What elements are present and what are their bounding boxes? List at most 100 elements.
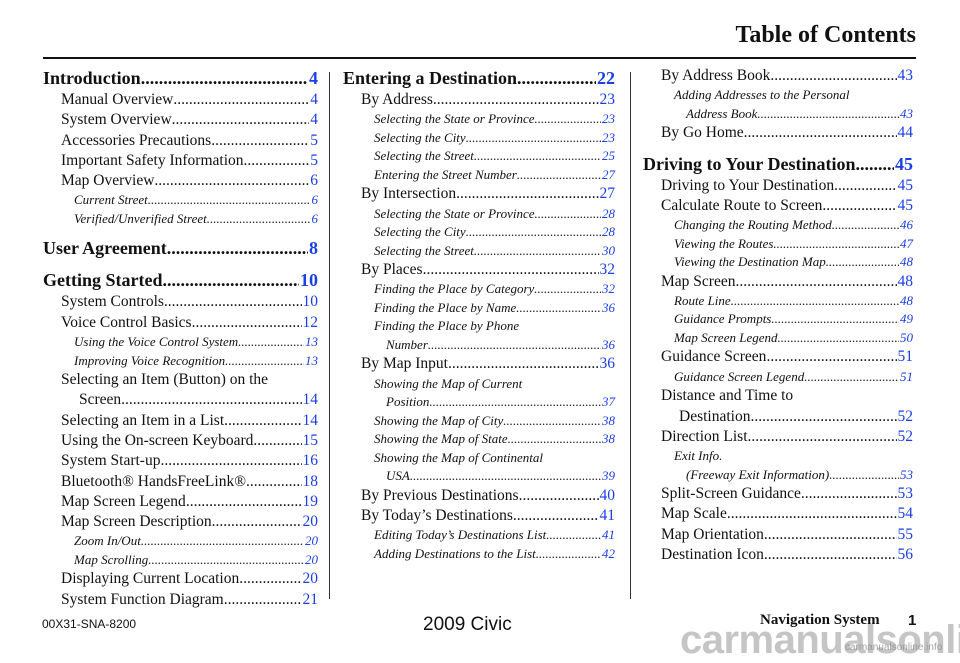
page-link[interactable]: 38 bbox=[601, 430, 615, 449]
toc-entry[interactable]: Bluetooth® HandsFreeLink® 18 bbox=[43, 472, 318, 492]
toc-entry[interactable]: System Controls 10 bbox=[43, 292, 318, 312]
toc-chapter[interactable]: Introduction 4 bbox=[43, 66, 318, 90]
toc-entry[interactable]: Accessories Precautions 5 bbox=[43, 131, 318, 151]
toc-chapter[interactable]: User Agreement 8 bbox=[43, 236, 318, 260]
page-link[interactable]: 44 bbox=[897, 123, 914, 143]
toc-entry[interactable]: Finding the Place by Category 32 bbox=[343, 280, 615, 299]
toc-entry[interactable]: By Address Book 43 bbox=[643, 66, 913, 86]
toc-entry[interactable]: Improving Voice Recognition 13 bbox=[43, 352, 318, 371]
toc-entry[interactable]: Using the Voice Control System 13 bbox=[43, 333, 318, 352]
page-link[interactable]: 53 bbox=[899, 466, 913, 485]
page-link[interactable]: 12 bbox=[302, 313, 319, 333]
toc-entry[interactable]: By Intersection 27 bbox=[343, 184, 615, 204]
page-link[interactable]: 48 bbox=[899, 292, 913, 311]
page-link[interactable]: 42 bbox=[601, 545, 615, 564]
toc-entry-label[interactable]: Finding the Place by Phone bbox=[343, 317, 615, 336]
page-link[interactable]: 53 bbox=[897, 484, 914, 504]
toc-entry-label[interactable]: Showing the Map of Continental bbox=[343, 449, 615, 468]
toc-entry[interactable]: Manual Overview 4 bbox=[43, 90, 318, 110]
page-link[interactable]: 13 bbox=[304, 352, 318, 371]
page-link[interactable]: 19 bbox=[302, 492, 319, 512]
page-link[interactable]: 48 bbox=[897, 272, 914, 292]
toc-entry[interactable]: Destination 52 bbox=[643, 407, 913, 427]
page-link[interactable]: 40 bbox=[599, 486, 616, 506]
page-link[interactable]: 55 bbox=[897, 525, 914, 545]
toc-entry[interactable]: Address Book 43 bbox=[643, 105, 913, 124]
page-link[interactable]: 46 bbox=[899, 216, 913, 235]
page-link[interactable]: 41 bbox=[601, 526, 615, 545]
page-link[interactable]: 37 bbox=[601, 393, 615, 412]
toc-entry-label[interactable]: Adding Addresses to the Personal bbox=[643, 86, 913, 105]
page-link[interactable]: 27 bbox=[601, 166, 615, 185]
toc-entry[interactable]: Guidance Screen Legend 51 bbox=[643, 368, 913, 387]
toc-entry-label[interactable]: Distance and Time to bbox=[643, 386, 913, 406]
page-link[interactable]: 32 bbox=[599, 260, 616, 280]
page-link[interactable]: 45 bbox=[894, 152, 913, 176]
toc-entry[interactable]: Current Street 6 bbox=[43, 191, 318, 210]
page-link[interactable]: 25 bbox=[601, 147, 615, 166]
page-link[interactable]: 10 bbox=[299, 268, 318, 292]
toc-entry[interactable]: Finding the Place by Name 36 bbox=[343, 299, 615, 318]
toc-entry[interactable]: Selecting an Item in a List 14 bbox=[43, 411, 318, 431]
toc-entry[interactable]: Guidance Prompts 49 bbox=[643, 310, 913, 329]
page-link[interactable]: 28 bbox=[601, 205, 615, 224]
page-link[interactable]: 20 bbox=[304, 551, 318, 570]
toc-entry[interactable]: Route Line 48 bbox=[643, 292, 913, 311]
page-link[interactable]: 20 bbox=[304, 532, 318, 551]
toc-chapter[interactable]: Driving to Your Destination 45 bbox=[643, 152, 913, 176]
page-link[interactable]: 23 bbox=[599, 90, 616, 110]
toc-entry[interactable]: Number 36 bbox=[343, 336, 615, 355]
page-link[interactable]: 6 bbox=[311, 210, 319, 229]
toc-entry[interactable]: By Go Home 44 bbox=[643, 123, 913, 143]
page-link[interactable]: 51 bbox=[899, 368, 913, 387]
toc-entry[interactable]: By Places 32 bbox=[343, 260, 615, 280]
toc-entry[interactable]: System Start-up 16 bbox=[43, 451, 318, 471]
page-link[interactable]: 32 bbox=[601, 280, 615, 299]
page-link[interactable]: 5 bbox=[309, 131, 318, 151]
toc-entry[interactable]: Driving to Your Destination 45 bbox=[643, 176, 913, 196]
toc-entry[interactable]: Verified/Unverified Street 6 bbox=[43, 210, 318, 229]
toc-entry[interactable]: System Overview 4 bbox=[43, 110, 318, 130]
page-link[interactable]: 6 bbox=[309, 171, 318, 191]
toc-entry[interactable]: System Function Diagram 21 bbox=[43, 590, 318, 610]
page-link[interactable]: 56 bbox=[897, 545, 914, 565]
page-link[interactable]: 14 bbox=[302, 390, 319, 410]
page-link[interactable]: 36 bbox=[601, 299, 615, 318]
toc-chapter[interactable]: Getting Started 10 bbox=[43, 268, 318, 292]
toc-entry[interactable]: Selecting the City 28 bbox=[343, 223, 615, 242]
toc-entry[interactable]: Viewing the Routes 47 bbox=[643, 235, 913, 254]
page-link[interactable]: 28 bbox=[601, 223, 615, 242]
page-link[interactable]: 6 bbox=[311, 191, 319, 210]
page-link[interactable]: 36 bbox=[599, 354, 616, 374]
page-link[interactable]: 45 bbox=[897, 196, 914, 216]
page-link[interactable]: 51 bbox=[897, 347, 914, 367]
page-link[interactable]: 14 bbox=[302, 411, 319, 431]
toc-entry[interactable]: Zoom In/Out 20 bbox=[43, 532, 318, 551]
toc-entry[interactable]: Map Scrolling 20 bbox=[43, 551, 318, 570]
toc-entry[interactable]: Voice Control Basics 12 bbox=[43, 313, 318, 333]
toc-entry-label[interactable]: Exit Info. bbox=[643, 447, 913, 466]
toc-entry[interactable]: Selecting the City 23 bbox=[343, 129, 615, 148]
toc-entry[interactable]: USA 39 bbox=[343, 467, 615, 486]
toc-entry[interactable]: (Freeway Exit Information) 53 bbox=[643, 466, 913, 485]
page-link[interactable]: 22 bbox=[596, 66, 615, 90]
page-link[interactable]: 23 bbox=[601, 110, 615, 129]
page-link[interactable]: 50 bbox=[899, 329, 913, 348]
page-link[interactable]: 4 bbox=[308, 66, 318, 90]
toc-entry[interactable]: Map Overview 6 bbox=[43, 171, 318, 191]
toc-entry-label[interactable]: Showing the Map of Current bbox=[343, 375, 615, 394]
page-link[interactable]: 45 bbox=[897, 176, 914, 196]
toc-entry[interactable]: Split-Screen Guidance 53 bbox=[643, 484, 913, 504]
toc-entry[interactable]: Map Screen 48 bbox=[643, 272, 913, 292]
toc-entry[interactable]: Displaying Current Location 20 bbox=[43, 569, 318, 589]
page-link[interactable]: 15 bbox=[302, 431, 319, 451]
page-link[interactable]: 8 bbox=[308, 236, 318, 260]
toc-entry[interactable]: By Address 23 bbox=[343, 90, 615, 110]
page-link[interactable]: 30 bbox=[601, 242, 615, 261]
toc-entry-label[interactable]: Selecting an Item (Button) on the bbox=[43, 370, 318, 390]
page-link[interactable]: 52 bbox=[897, 427, 914, 447]
toc-entry[interactable]: Map Screen Legend 50 bbox=[643, 329, 913, 348]
toc-entry[interactable]: Selecting the State or Province 28 bbox=[343, 205, 615, 224]
toc-entry[interactable]: Direction List 52 bbox=[643, 427, 913, 447]
toc-chapter[interactable]: Entering a Destination 22 bbox=[343, 66, 615, 90]
